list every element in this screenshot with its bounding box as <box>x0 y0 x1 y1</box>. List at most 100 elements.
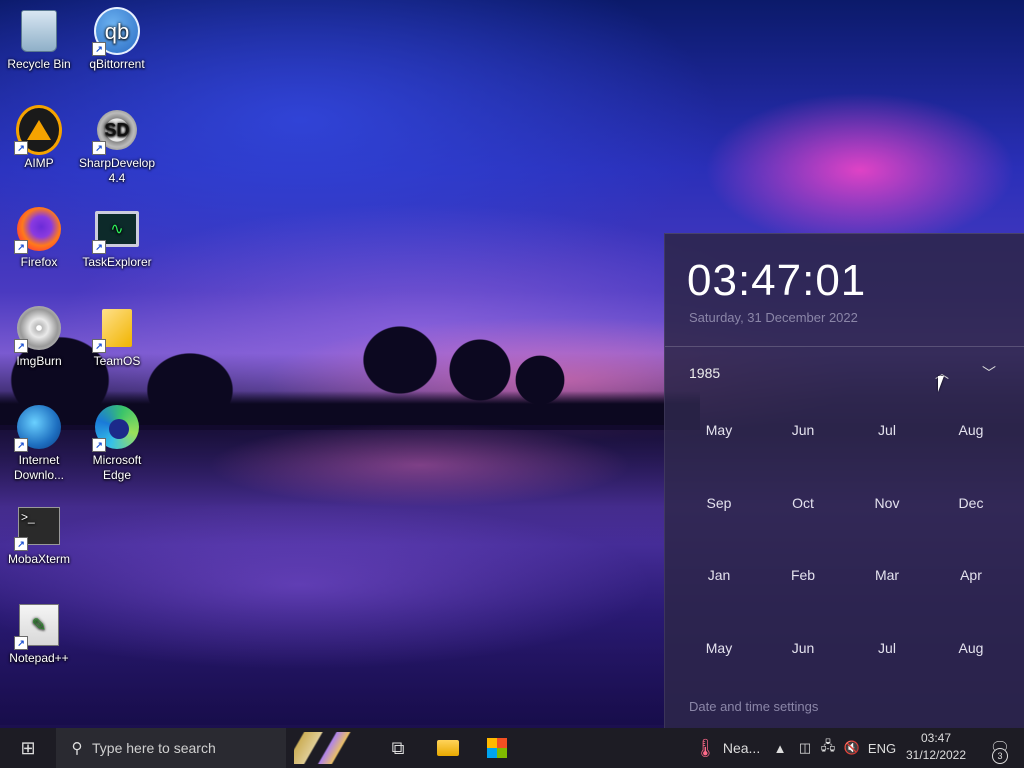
firefox-icon: ↗ <box>14 206 62 254</box>
desktop-icon-label: Recycle Bin <box>7 57 71 71</box>
desktop-icon-internet-download-manager[interactable]: ↗ Internet Downlo... <box>0 404 78 483</box>
calendar-month-cell[interactable]: Jul <box>845 612 929 684</box>
tray-input-language[interactable]: ENG <box>866 728 898 768</box>
taskexplorer-monitor-icon: ∿ ↗ <box>92 206 140 254</box>
notification-count-badge: 3 <box>992 748 1008 764</box>
desktop-icon-label: AIMP <box>24 156 54 170</box>
weather-widget[interactable]: 🌡 Nea... <box>688 728 768 768</box>
network-icon: 🖧 <box>820 738 836 753</box>
shortcut-arrow-icon: ↗ <box>14 636 28 650</box>
calendar-month-cell[interactable]: May <box>677 612 761 684</box>
calendar-month-cell[interactable]: Apr <box>929 539 1013 611</box>
desktop-icon-imgburn[interactable]: ↗ ImgBurn <box>0 305 78 369</box>
search-highlight-art-icon[interactable] <box>294 732 368 764</box>
desktop-icon-label: TaskExplorer <box>82 255 152 269</box>
desktop-icon-notepad-plus-plus[interactable]: ✎ ↗ Notepad++ <box>0 602 78 666</box>
taskbar-clock-time: 03:47 <box>920 731 952 745</box>
calendar-month-cell[interactable]: Dec <box>929 467 1013 539</box>
taskbar: ⊞ ⚲ Type here to search ⧉ 🌡 Nea... ▲ ◫ 🖧… <box>0 728 1024 768</box>
shortcut-arrow-icon: ↗ <box>92 141 106 155</box>
flyout-clock-time: 03:47:01 <box>687 256 867 305</box>
weather-text: Nea... <box>722 740 761 756</box>
qbittorrent-icon: qb ↗ <box>92 7 140 56</box>
task-view-button[interactable]: ⧉ <box>374 728 422 768</box>
desktop-icon-label: qBittorrent <box>89 57 145 71</box>
desktop-icon-taskexplorer[interactable]: ∿ ↗ TaskExplorer <box>78 206 156 270</box>
volume-muted-icon: 🔇 <box>843 740 861 755</box>
taskbar-search-box[interactable]: ⚲ Type here to search <box>56 728 286 768</box>
tray-meet-now-button[interactable]: ◫ <box>796 728 814 768</box>
mouse-pointer-icon <box>938 376 950 392</box>
desktop-icon-label: MobaXterm <box>7 552 71 566</box>
flyout-clock-date[interactable]: Saturday, 31 December 2022 <box>689 310 858 325</box>
desktop-icon-sharpdevelop[interactable]: SD ↗ SharpDevelop 4.4 <box>78 107 156 186</box>
idm-globe-icon: ↗ <box>14 404 62 452</box>
shortcut-arrow-icon: ↗ <box>14 537 28 551</box>
shortcut-arrow-icon: ↗ <box>14 438 28 452</box>
shortcut-arrow-icon: ↗ <box>14 339 28 353</box>
thermometer-icon: 🌡 <box>694 737 717 758</box>
desktop-icon-label: TeamOS <box>93 354 141 368</box>
tray-volume-button[interactable]: 🔇 <box>842 728 862 768</box>
calendar-month-cell[interactable]: May <box>677 394 761 466</box>
calendar-month-cell[interactable]: Nov <box>845 467 929 539</box>
taskbar-file-explorer-button[interactable] <box>424 728 472 768</box>
calendar-year-header[interactable]: 1985 <box>689 365 720 381</box>
desktop-icon-recycle-bin[interactable]: Recycle Bin <box>0 8 78 72</box>
microsoft-store-icon <box>487 738 507 758</box>
desktop-icon-label: SharpDevelop 4.4 <box>78 156 156 185</box>
search-placeholder: Type here to search <box>92 740 216 756</box>
aimp-icon: ↗ <box>14 105 62 155</box>
start-button[interactable]: ⊞ <box>0 728 56 768</box>
calendar-month-cell[interactable]: Oct <box>761 467 845 539</box>
notepad-plus-plus-icon: ✎ ↗ <box>14 602 62 650</box>
calendar-month-cell[interactable]: Aug <box>929 394 1013 466</box>
desktop-icon-label: Firefox <box>20 255 58 269</box>
desktop-icon-microsoft-edge[interactable]: ↗ Microsoft Edge <box>78 404 156 483</box>
calendar-month-cell[interactable]: Jun <box>761 394 845 466</box>
shortcut-arrow-icon: ↗ <box>14 141 28 155</box>
search-icon: ⚲ <box>71 740 83 757</box>
calendar-month-cell[interactable]: Jul <box>845 394 929 466</box>
desktop-icon-aimp[interactable]: ↗ AIMP <box>0 105 78 171</box>
desktop-icon-qbittorrent[interactable]: qb ↗ qBittorrent <box>78 7 156 72</box>
meet-now-icon: ◫ <box>798 740 812 755</box>
show-hidden-icons-button[interactable]: ▲ <box>772 728 788 768</box>
desktop-icon-label: Notepad++ <box>9 651 69 665</box>
imgburn-disc-icon: ↗ <box>14 305 62 353</box>
calendar-month-cell[interactable]: Jun <box>761 612 845 684</box>
calendar-month-cell[interactable]: Aug <box>929 612 1013 684</box>
edge-icon: ↗ <box>92 404 140 452</box>
calendar-month-cell[interactable]: Sep <box>677 467 761 539</box>
taskbar-clock[interactable]: 03:47 31/12/2022 <box>902 730 970 764</box>
tray-network-button[interactable]: 🖧 <box>818 728 838 768</box>
calendar-flyout: 03:47:01 Saturday, 31 December 2022 1985… <box>664 233 1024 728</box>
flyout-divider <box>665 346 1024 347</box>
calendar-next-button[interactable]: ﹀ <box>974 360 1004 386</box>
teamos-folder-icon: ↗ <box>92 305 140 353</box>
chevron-up-icon: ▲ <box>773 740 787 756</box>
desktop-icon-mobaxterm[interactable]: >_ ↗ MobaXterm <box>0 503 78 567</box>
recycle-bin-icon <box>16 8 62 54</box>
shortcut-arrow-icon: ↗ <box>92 438 106 452</box>
shortcut-arrow-icon: ↗ <box>92 42 106 56</box>
shortcut-arrow-icon: ↗ <box>14 240 28 254</box>
sharpdevelop-icon: SD ↗ <box>92 107 140 155</box>
calendar-month-cell[interactable]: Jan <box>677 539 761 611</box>
desktop-icon-teamos[interactable]: ↗ TeamOS <box>78 305 156 369</box>
calendar-month-cell[interactable]: Feb <box>761 539 845 611</box>
date-time-settings-link[interactable]: Date and time settings <box>689 699 818 714</box>
file-explorer-folder-icon <box>437 740 459 756</box>
chevron-down-icon: ﹀ <box>982 365 996 381</box>
shortcut-arrow-icon: ↗ <box>92 339 106 353</box>
desktop-icon-label: Internet Downlo... <box>13 453 65 482</box>
shortcut-arrow-icon: ↗ <box>92 240 106 254</box>
task-view-icon: ⧉ <box>391 737 405 758</box>
windows-logo-icon: ⊞ <box>20 737 36 758</box>
mobaxterm-terminal-icon: >_ ↗ <box>14 503 62 551</box>
taskbar-clock-date: 31/12/2022 <box>905 748 967 762</box>
taskbar-microsoft-store-button[interactable] <box>473 728 521 768</box>
desktop-icon-firefox[interactable]: ↗ Firefox <box>0 206 78 270</box>
desktop-icon-label: ImgBurn <box>16 354 62 368</box>
calendar-month-cell[interactable]: Mar <box>845 539 929 611</box>
